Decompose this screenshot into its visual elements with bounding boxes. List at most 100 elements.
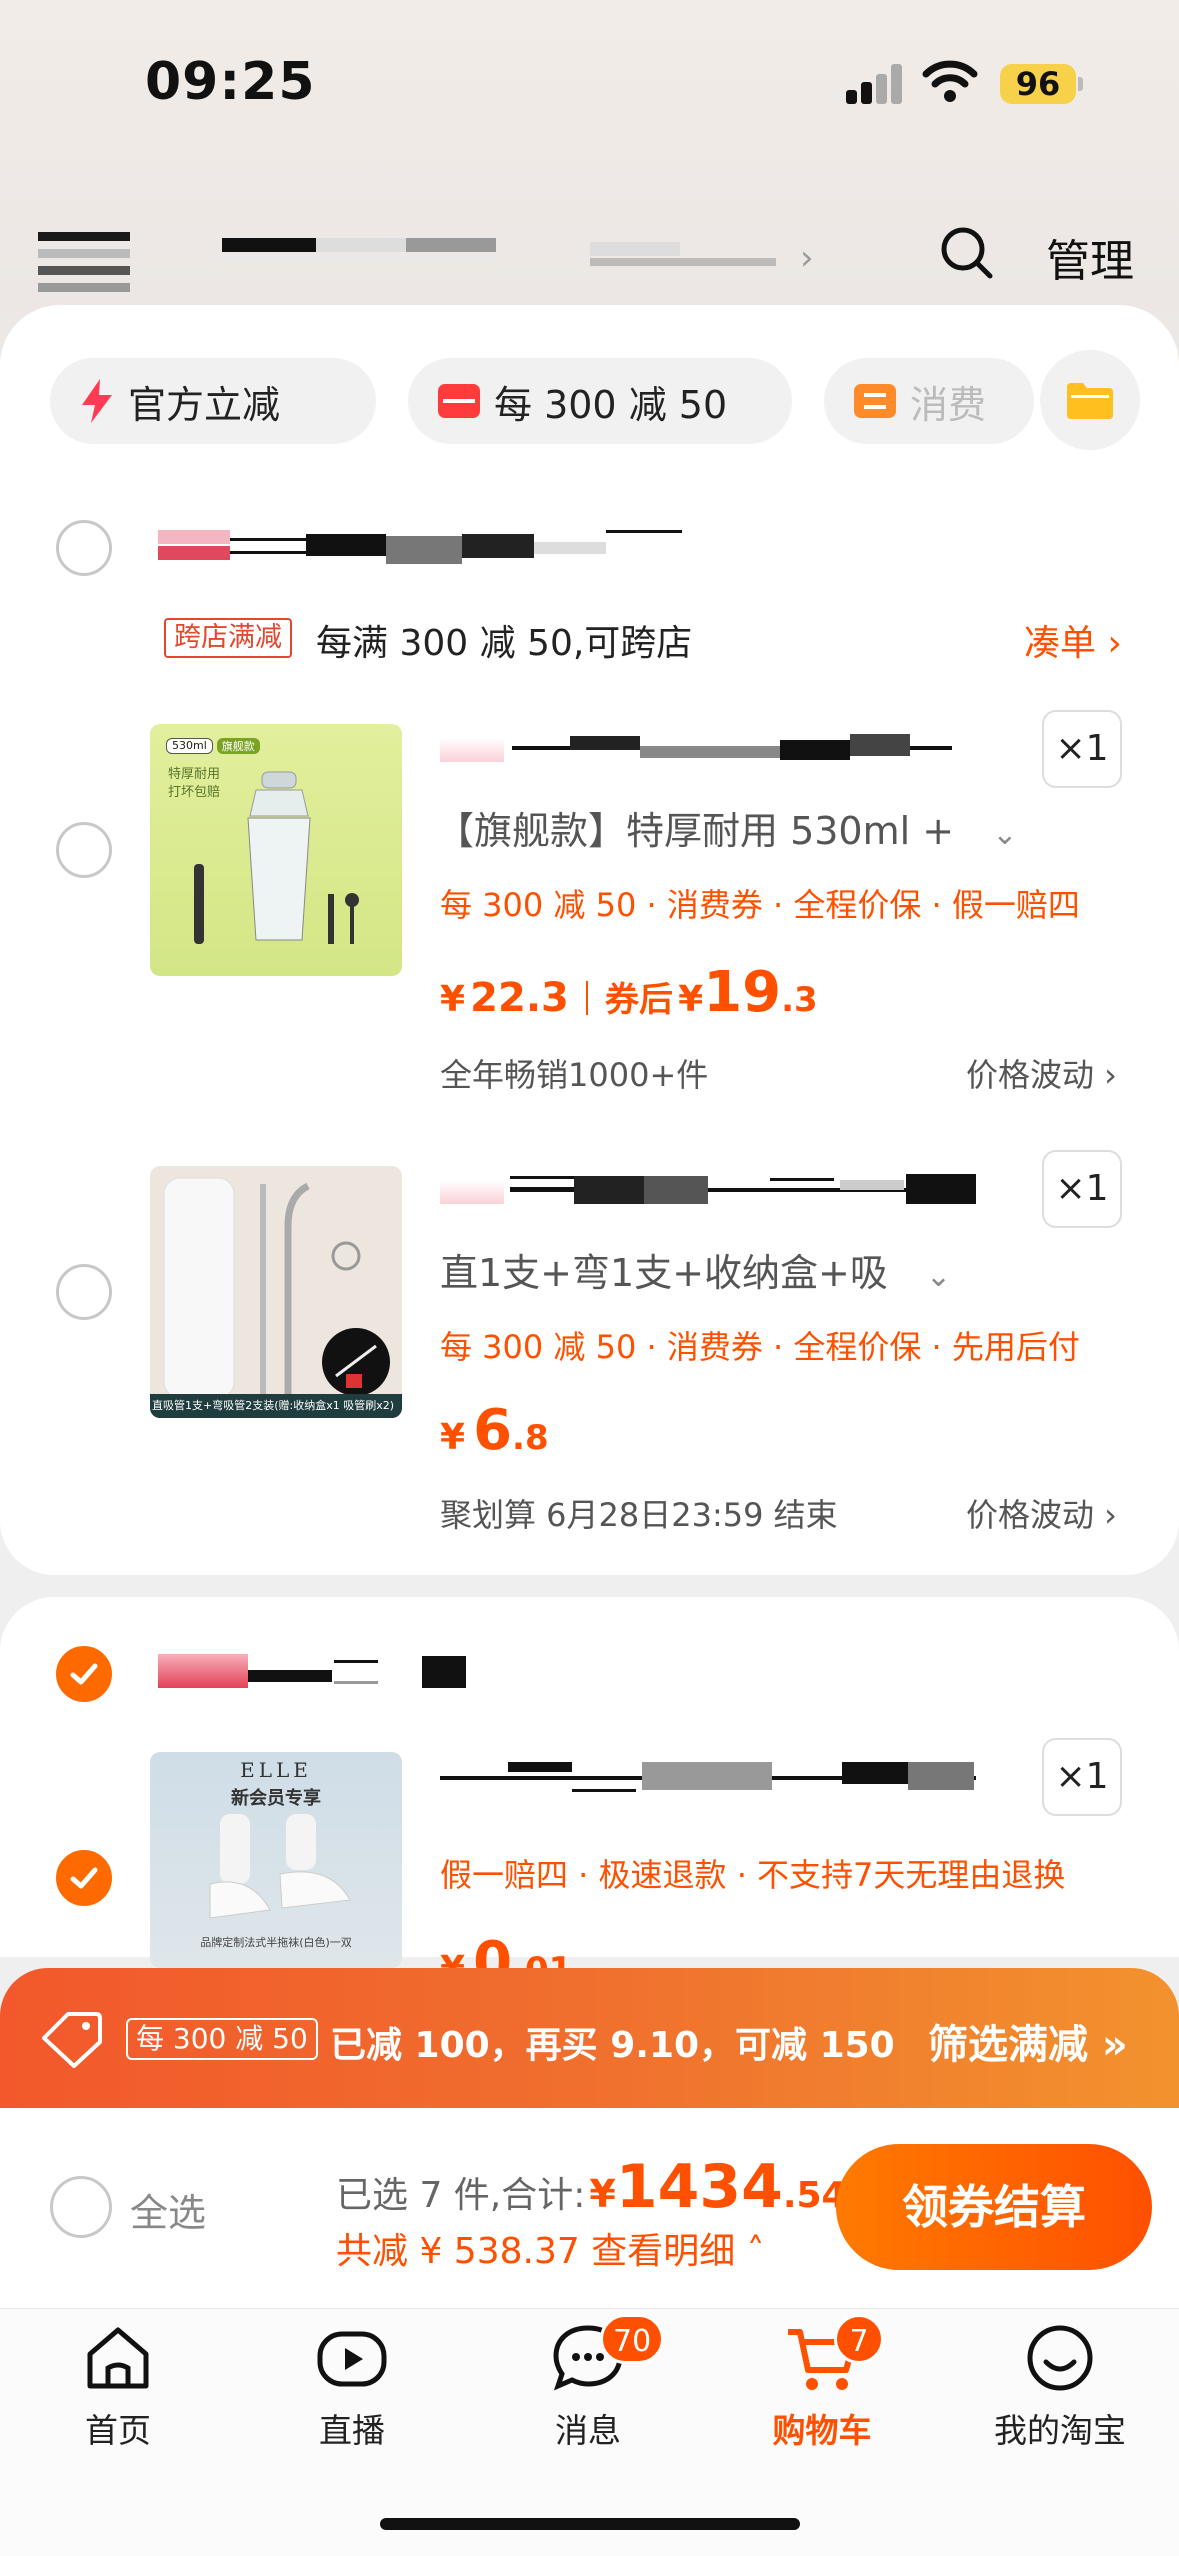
item3-checkbox[interactable]: [56, 1850, 112, 1906]
coupon-icon: [438, 384, 480, 418]
total-summary: 已选 7 件,合计: ¥1434.54: [336, 2152, 847, 2222]
item1-price-fluctuation[interactable]: 价格波动 ›: [966, 1050, 1117, 1096]
status-time: 09:25: [145, 52, 316, 112]
thumb-caption: 品牌定制法式半拖袜(白色)一双: [200, 1936, 352, 1949]
price-dec: .8: [512, 1418, 549, 1458]
item3-price: ¥0.01: [440, 1930, 572, 1968]
item3-title-redacted[interactable]: [440, 1760, 980, 1796]
chip-official-discount[interactable]: 官方立减: [50, 358, 376, 444]
item2-checkbox[interactable]: [56, 1264, 112, 1320]
lightning-icon: [82, 379, 112, 423]
chip-label: 消费: [910, 382, 987, 427]
cellular-signal-icon: [846, 64, 904, 104]
chip-label: 官方立减: [128, 382, 281, 427]
price-dec: .01: [512, 1950, 572, 1968]
item2-sku-selector[interactable]: 直1支+弯1支+收纳盒+吸 ⌄: [440, 1242, 951, 1297]
live-icon: [317, 2331, 387, 2387]
item3-thumbnail[interactable]: ELLE 新会员专享 品牌定制法式半拖袜(白色)一双: [150, 1752, 402, 1968]
thumb-caption: 直吸管1支+弯吸管2支装(赠:收纳盒x1 吸管刷x2): [150, 1394, 402, 1418]
price-int: 0: [473, 1930, 513, 1968]
tab-label: 首页: [85, 2411, 151, 2450]
messages-badge: 70: [600, 2314, 665, 2364]
banner-progress-text: 已减 100，再买 9.10，可减 150: [330, 2025, 895, 2066]
address-redacted[interactable]: [222, 238, 502, 270]
selected-count-label: 已选 7 件,合计:: [336, 2175, 586, 2216]
item1-title-redacted[interactable]: [440, 732, 970, 768]
price-divider: [585, 981, 588, 1015]
item1-thumbnail[interactable]: 530ml 旗舰款 特厚耐用 打坏包赔: [150, 724, 402, 976]
item2-promos: 每 300 减 50 · 消费券 · 全程价保 · 先用后付: [440, 1328, 1080, 1366]
item3-quantity[interactable]: ×1: [1042, 1738, 1122, 1816]
total-int: 1434: [615, 2152, 783, 2222]
item2-price: ¥6.8: [440, 1398, 549, 1463]
sku-text: 【旗舰款】特厚耐用 530ml +: [436, 809, 955, 853]
tab-label: 直播: [319, 2411, 385, 2450]
tab-label: 购物车: [772, 2411, 872, 2450]
sku-text: 直1支+弯1支+收纳盒+吸: [440, 1251, 888, 1295]
address-redacted-2[interactable]: [590, 242, 776, 272]
chevron-right-icon[interactable]: ›: [800, 238, 814, 278]
chip-300-50[interactable]: 每 300 减 50: [408, 358, 792, 444]
item2-price-fluctuation[interactable]: 价格波动 ›: [966, 1490, 1117, 1536]
chip-voucher[interactable]: 消费: [824, 358, 1034, 444]
price-value: 22.3: [470, 975, 569, 1021]
banner-discount-tag: 每 300 减 50: [126, 2018, 318, 2060]
tab-home[interactable]: 首页: [38, 2320, 198, 2452]
chevron-down-icon: ⌄: [992, 817, 1018, 852]
thumb-brand: ELLE: [240, 1758, 312, 1782]
store1-name-redacted[interactable]: [158, 530, 740, 570]
after-coupon-currency: ¥: [678, 979, 704, 1020]
price-currency: ¥: [440, 979, 466, 1020]
shaker-cup-image: [194, 771, 359, 944]
thumb-flagship-label: 旗舰款: [216, 738, 260, 754]
socks-shoes-image: [209, 1814, 351, 1919]
select-all-checkbox[interactable]: [50, 2176, 112, 2238]
item1-sales-note: 全年畅销1000+件: [440, 1056, 709, 1094]
straw-set-image: [163, 1177, 390, 1400]
item1-checkbox[interactable]: [56, 822, 112, 878]
savings-detail-link[interactable]: 共减 ¥ 538.37 查看明细 ˄: [336, 2222, 765, 2274]
coudan-link[interactable]: 凑单 ›: [1024, 614, 1122, 666]
item1-quantity[interactable]: ×1: [1042, 710, 1122, 788]
store2-checkbox[interactable]: [56, 1646, 112, 1702]
cross-store-discount-tag: 跨店满减: [164, 618, 292, 658]
tab-live[interactable]: 直播: [272, 2320, 432, 2452]
item2-quantity[interactable]: ×1: [1042, 1150, 1122, 1228]
after-coupon-int: 19: [703, 960, 782, 1025]
home-icon: [87, 2327, 149, 2389]
profile-icon: [1027, 2325, 1093, 2391]
tab-profile[interactable]: 我的淘宝: [980, 2320, 1140, 2452]
cart-badge: 7: [834, 2314, 884, 2364]
home-indicator: [380, 2518, 800, 2530]
price-currency: ¥: [440, 1417, 466, 1458]
store-promo-text: 每满 300 减 50,可跨店: [316, 623, 693, 664]
item2-thumbnail[interactable]: 直吸管1支+弯吸管2支装(赠:收纳盒x1 吸管刷x2): [150, 1166, 402, 1418]
filter-discount-link[interactable]: 筛选满减 »: [928, 2012, 1128, 2070]
price-int: 6: [473, 1398, 513, 1463]
item2-deal-note: 聚划算 6月28日23:59 结束: [440, 1496, 838, 1534]
item3-promos: 假一赔四 · 极速退款 · 不支持7天无理由退换: [440, 1856, 1066, 1894]
total-currency: ¥: [589, 2172, 616, 2216]
price-currency: ¥: [440, 1949, 465, 1968]
checkout-button[interactable]: 领券结算: [836, 2144, 1152, 2270]
item1-sku-selector[interactable]: 【旗舰款】特厚耐用 530ml + ⌄: [436, 800, 1017, 855]
select-all-label[interactable]: 全选: [130, 2182, 206, 2237]
search-icon[interactable]: [940, 226, 994, 280]
item1-price: ¥ 22.3 券后 ¥19.3: [440, 960, 818, 1025]
manage-button[interactable]: 管理: [1046, 225, 1134, 289]
after-coupon-dec: .3: [781, 980, 818, 1020]
store1-checkbox[interactable]: [56, 520, 112, 576]
voucher-icon: [854, 384, 896, 418]
tab-label: 我的淘宝: [994, 2411, 1126, 2450]
folder-icon: [1067, 383, 1113, 419]
item2-title-redacted[interactable]: [440, 1172, 980, 1210]
check-icon: [70, 1663, 98, 1685]
item1-promos: 每 300 减 50 · 消费券 · 全程价保 · 假一赔四: [440, 886, 1080, 924]
store-list-icon[interactable]: [38, 232, 130, 292]
folder-button[interactable]: [1040, 350, 1140, 450]
chip-label: 每 300 减 50: [494, 382, 728, 427]
wifi-icon: [922, 60, 978, 102]
battery-tip: [1078, 77, 1083, 91]
store2-name-redacted[interactable]: [158, 1654, 518, 1694]
battery-indicator: 96: [1000, 64, 1076, 104]
